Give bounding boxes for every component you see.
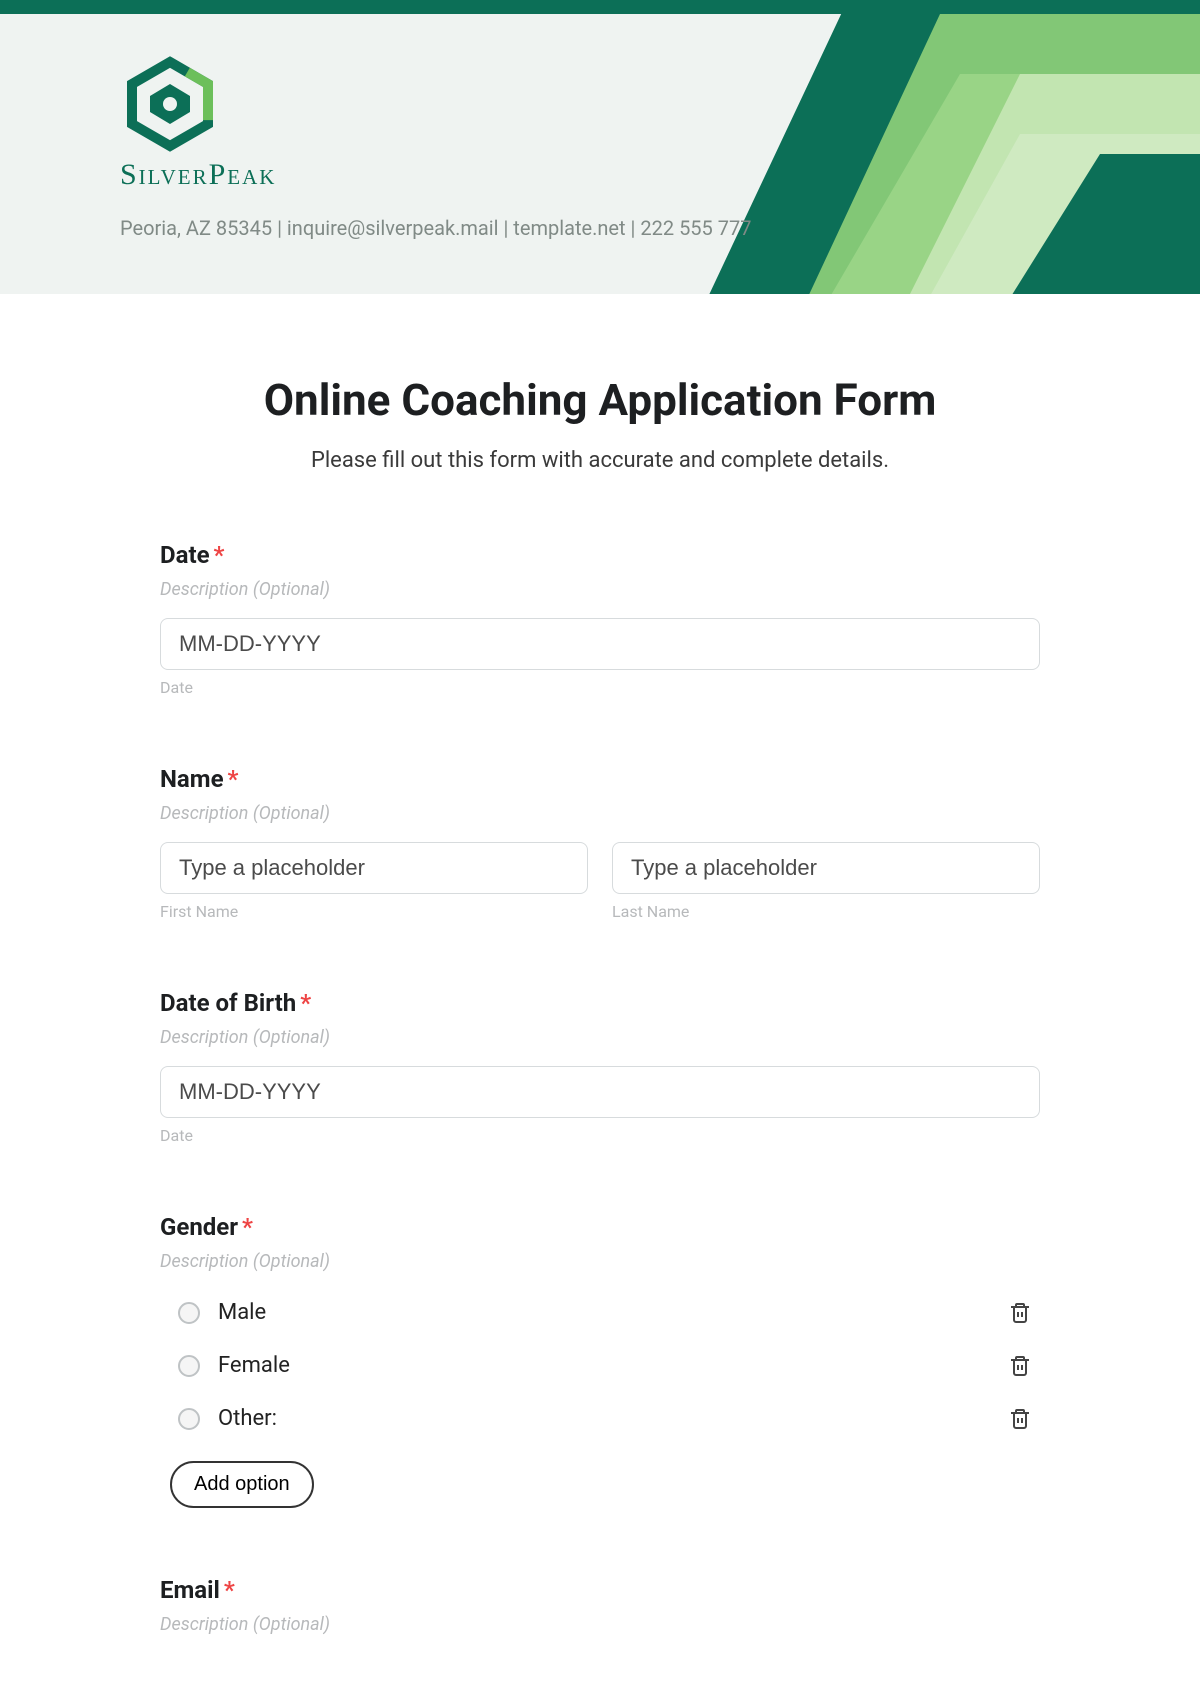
name-desc: Description (Optional) [160, 803, 1040, 824]
trash-icon[interactable] [1008, 1301, 1032, 1325]
required-mark: * [228, 765, 239, 793]
name-label: Name* [160, 765, 1040, 793]
brand-contact: Peoria, AZ 85345 | inquire@silverpeak.ma… [120, 216, 1200, 240]
form-subtitle: Please fill out this form with accurate … [160, 448, 1040, 473]
gender-option-male[interactable]: Male [170, 1286, 1040, 1339]
gender-option-other[interactable]: Other: [170, 1392, 1040, 1445]
field-email: Email* Description (Optional) [160, 1576, 1040, 1635]
form-container: Online Coaching Application Form Please … [140, 294, 1060, 1675]
gender-option-label: Other: [218, 1406, 1008, 1431]
required-mark: * [300, 989, 311, 1017]
top-accent-bar [0, 0, 1200, 14]
gender-option-female[interactable]: Female [170, 1339, 1040, 1392]
dob-input[interactable] [160, 1066, 1040, 1118]
required-mark: * [224, 1576, 235, 1604]
radio-icon [178, 1408, 200, 1430]
first-name-input[interactable] [160, 842, 588, 894]
add-option-button[interactable]: Add option [170, 1461, 314, 1508]
date-label-text: Date [160, 541, 210, 569]
date-input[interactable] [160, 618, 1040, 670]
email-label: Email* [160, 1576, 1040, 1604]
gender-desc: Description (Optional) [160, 1251, 1040, 1272]
gender-option-label: Male [218, 1300, 1008, 1325]
gender-option-label: Female [218, 1353, 1008, 1378]
last-name-sublabel: Last Name [612, 902, 1040, 921]
field-gender: Gender* Description (Optional) Male Fema… [160, 1213, 1040, 1508]
first-name-sublabel: First Name [160, 902, 588, 921]
gender-label: Gender* [160, 1213, 1040, 1241]
brand-logo-icon [120, 54, 220, 154]
required-mark: * [242, 1213, 253, 1241]
date-desc: Description (Optional) [160, 579, 1040, 600]
field-date: Date* Description (Optional) Date [160, 541, 1040, 697]
email-desc: Description (Optional) [160, 1614, 1040, 1635]
form-title: Online Coaching Application Form [160, 374, 1040, 426]
field-dob: Date of Birth* Description (Optional) Da… [160, 989, 1040, 1145]
radio-icon [178, 1355, 200, 1377]
dob-sublabel: Date [160, 1126, 1040, 1145]
date-sublabel: Date [160, 678, 1040, 697]
field-name: Name* Description (Optional) First Name … [160, 765, 1040, 921]
dob-desc: Description (Optional) [160, 1027, 1040, 1048]
trash-icon[interactable] [1008, 1354, 1032, 1378]
radio-icon [178, 1302, 200, 1324]
gender-label-text: Gender [160, 1213, 238, 1241]
dob-label: Date of Birth* [160, 989, 1040, 1017]
dob-label-text: Date of Birth [160, 989, 296, 1017]
header: SilverPeak Peoria, AZ 85345 | inquire@si… [0, 14, 1200, 294]
brand-name: SilverPeak [120, 158, 1200, 192]
name-label-text: Name [160, 765, 224, 793]
trash-icon[interactable] [1008, 1407, 1032, 1431]
email-label-text: Email [160, 1576, 220, 1604]
date-label: Date* [160, 541, 1040, 569]
required-mark: * [214, 541, 225, 569]
last-name-input[interactable] [612, 842, 1040, 894]
